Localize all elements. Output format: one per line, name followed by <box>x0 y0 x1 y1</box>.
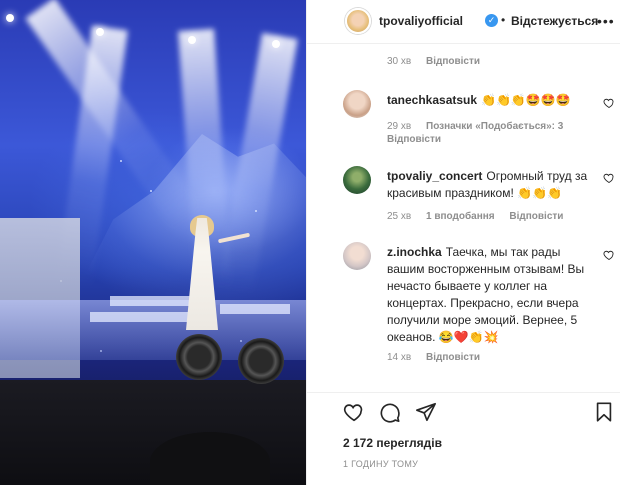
comment-likes-count[interactable]: Позначки «Подобається»: 3 <box>426 121 563 132</box>
comments-list[interactable]: 30 хв Відповісти tanechkasatsuk 👏👏👏🤩🤩🤩 29… <box>307 44 620 384</box>
post-sidebar: tpovaliyofficial ✓ • Відстежується ••• 3… <box>306 0 620 485</box>
reply-button[interactable]: Відповісти <box>387 134 441 145</box>
comment-time: 14 хв <box>387 352 412 363</box>
post-actions-bar <box>307 392 620 428</box>
stage-light-fixture <box>238 338 284 384</box>
comment-body: tpovaliy_concert Огромный труд за красивы… <box>387 168 597 202</box>
stage-step <box>110 296 190 306</box>
spotlight-lamp <box>188 36 196 44</box>
comment-time: 25 хв <box>387 211 412 222</box>
comment-text: 👏👏👏🤩🤩🤩 <box>481 93 571 107</box>
stage-step <box>90 312 200 322</box>
commenter-avatar[interactable] <box>343 242 371 270</box>
commenter-avatar[interactable] <box>343 166 371 194</box>
reply-button[interactable]: Відповісти <box>509 211 563 222</box>
owner-username[interactable]: tpovaliyofficial <box>379 14 463 28</box>
following-button[interactable]: Відстежується <box>511 14 598 28</box>
comment-text: Таечка, мы так рады вашим восторженным о… <box>387 245 585 344</box>
stage-light-fixture <box>176 334 222 380</box>
audience-head <box>150 432 270 485</box>
comment-body: tanechkasatsuk 👏👏👏🤩🤩🤩 <box>387 92 597 109</box>
spotlight-lamp <box>6 14 14 22</box>
like-comment-heart-icon[interactable] <box>603 97 615 109</box>
like-heart-icon[interactable] <box>343 401 365 423</box>
like-comment-heart-icon[interactable] <box>603 172 615 184</box>
comment-meta: 29 хв Позначки «Подобається»: 3 Відповіс… <box>387 120 587 146</box>
comment-time: 30 хв <box>387 56 412 67</box>
commenter-avatar[interactable] <box>343 90 371 118</box>
stage-step <box>220 304 290 314</box>
header-separator: • <box>501 13 506 27</box>
sparkle <box>120 160 122 162</box>
commenter-username[interactable]: tpovaliy_concert <box>387 169 482 183</box>
sparkle <box>255 210 257 212</box>
comment-likes-count[interactable]: 1 вподобання <box>426 211 495 222</box>
comment-body: z.inochka Таечка, мы так рады вашим восто… <box>387 244 597 346</box>
views-count[interactable]: 2 172 переглядів <box>343 436 442 450</box>
post-video[interactable] <box>0 0 306 485</box>
previous-comment-meta: 30 хв Відповісти <box>387 56 492 67</box>
commenter-username[interactable]: tanechkasatsuk <box>387 93 477 107</box>
sparkle <box>150 190 152 192</box>
save-bookmark-icon[interactable] <box>593 401 615 423</box>
more-options-icon[interactable]: ••• <box>597 13 615 29</box>
like-comment-heart-icon[interactable] <box>603 249 615 261</box>
spotlight-lamp <box>96 28 104 36</box>
instagram-post: tpovaliyofficial ✓ • Відстежується ••• 3… <box>0 0 620 485</box>
posted-time[interactable]: 1 ГОДИНУ ТОМУ <box>343 459 418 469</box>
reply-button[interactable]: Відповісти <box>426 352 480 363</box>
verified-badge-icon: ✓ <box>485 14 498 27</box>
comment-bubble-icon[interactable] <box>379 401 401 423</box>
comment-time: 29 хв <box>387 121 412 132</box>
commenter-username[interactable]: z.inochka <box>387 245 442 259</box>
comment-meta: 14 хв Відповісти <box>387 352 492 363</box>
reply-button[interactable]: Відповісти <box>426 56 480 67</box>
owner-avatar[interactable] <box>345 8 371 34</box>
spotlight-lamp <box>272 40 280 48</box>
share-paper-plane-icon[interactable] <box>415 401 437 423</box>
comment-meta: 25 хв 1 вподобання Відповісти <box>387 211 575 222</box>
post-header: tpovaliyofficial ✓ • Відстежується ••• <box>307 0 620 44</box>
